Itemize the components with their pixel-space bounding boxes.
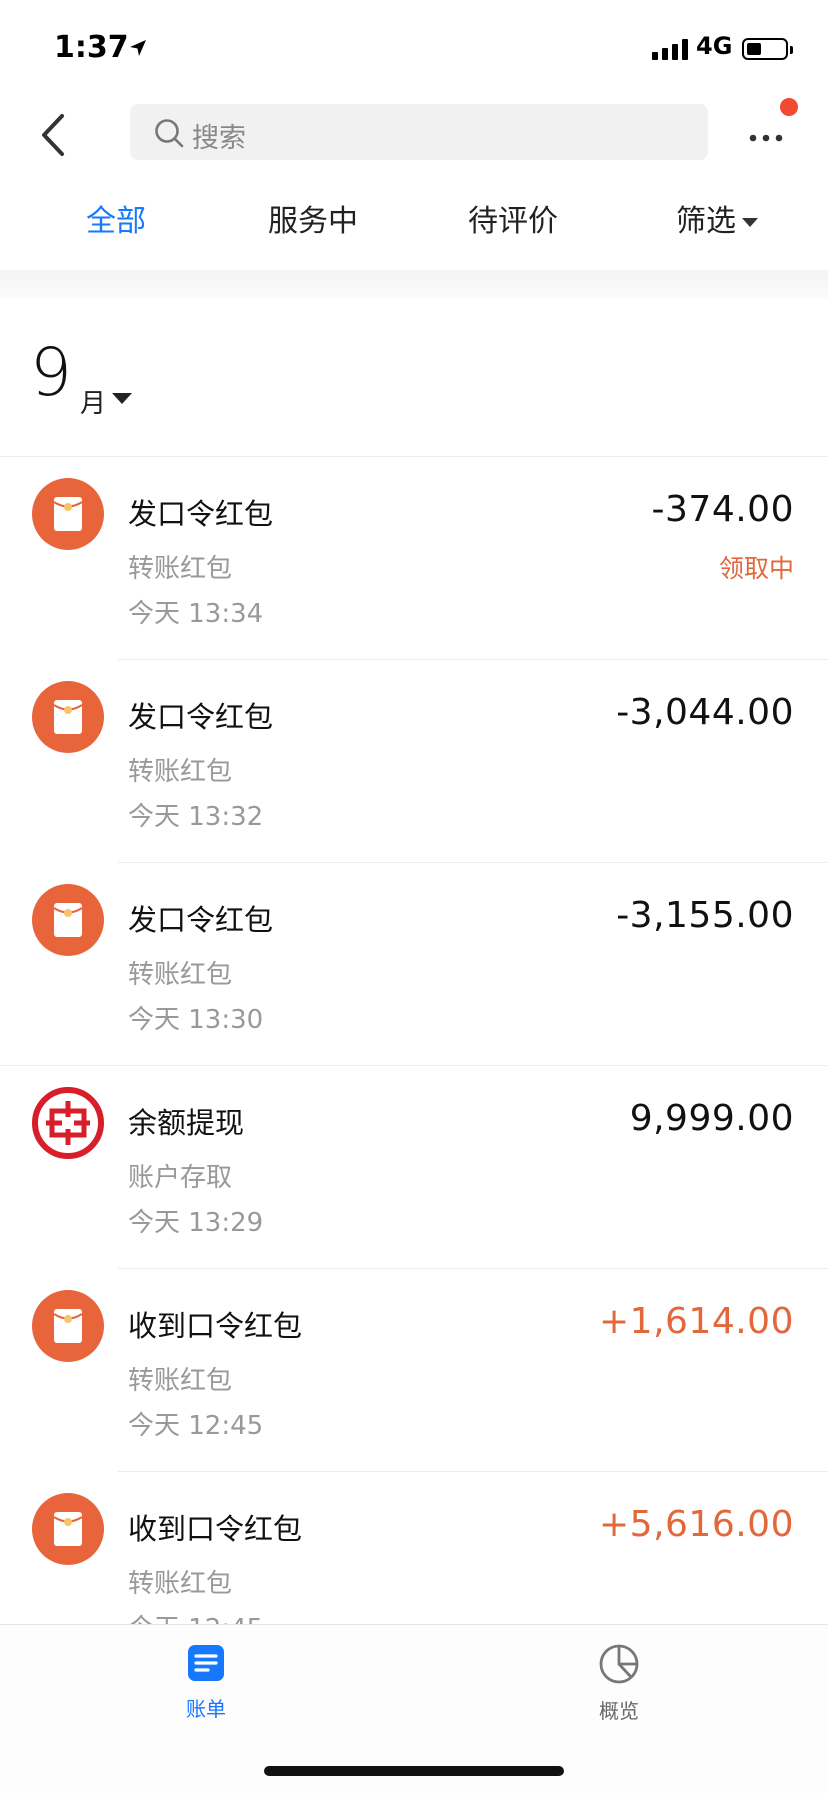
transaction-subtitle: 转账红包 [128, 757, 233, 787]
search-placeholder: 搜索 [192, 123, 246, 154]
search-icon [154, 118, 184, 152]
back-chevron-icon[interactable] [34, 110, 74, 160]
transaction-amount: +1,614.00 [599, 1301, 794, 1342]
transaction-amount: +5,616.00 [599, 1504, 794, 1545]
bank-logo-icon [32, 1087, 104, 1159]
transaction-subtitle: 转账红包 [128, 1569, 233, 1599]
bill-list-icon [188, 1645, 224, 1681]
transaction-subtitle: 账户存取 [128, 1163, 233, 1193]
red-envelope-icon [32, 681, 104, 753]
transaction-amount: -3,044.00 [616, 692, 794, 733]
tab-in-service[interactable]: 服务中 [268, 196, 358, 240]
tab-filter[interactable]: 筛选 [676, 196, 758, 240]
transaction-time: 今天 13:34 [128, 599, 264, 629]
transaction-time: 今天 13:29 [128, 1208, 264, 1238]
transaction-amount: 9,999.00 [629, 1098, 794, 1139]
tab-all[interactable]: 全部 [86, 196, 146, 240]
transaction-row[interactable]: 发口令红包 转账红包 今天 13:32 -3,044.00 [0, 660, 828, 863]
section-divider [0, 270, 828, 298]
red-envelope-icon [32, 1493, 104, 1565]
transaction-title: 收到口令红包 [128, 1512, 303, 1546]
network-type: 4G [696, 32, 733, 60]
transaction-title: 余额提现 [128, 1106, 245, 1140]
cellular-signal-icon [652, 38, 688, 60]
pie-chart-icon [599, 1644, 639, 1684]
caret-down-icon [742, 218, 758, 227]
tab-bill-label: 账单 [186, 1697, 226, 1721]
more-options-icon[interactable] [748, 128, 788, 147]
transaction-time: 今天 12:45 [128, 1608, 263, 1624]
search-input[interactable]: 搜索 [130, 104, 708, 160]
location-arrow-icon [128, 38, 148, 62]
transaction-subtitle: 转账红包 [128, 1366, 233, 1396]
transaction-amount: -3,155.00 [616, 895, 794, 936]
transaction-time: 今天 13:32 [128, 802, 264, 832]
transaction-title: 发口令红包 [128, 903, 274, 937]
transaction-title: 发口令红包 [128, 497, 274, 531]
tab-overview-label: 概览 [599, 1699, 639, 1723]
transaction-status: 领取中 [718, 554, 794, 583]
transaction-list: 发口令红包 转账红包 今天 13:34 -374.00 领取中 发口令红包 转账… [0, 457, 828, 1624]
transaction-subtitle: 转账红包 [128, 554, 233, 584]
red-envelope-icon [32, 1290, 104, 1362]
transaction-row[interactable]: 余额提现 账户存取 今天 13:29 9,999.00 [0, 1066, 828, 1269]
transaction-amount: -374.00 [651, 489, 794, 530]
battery-icon [742, 38, 793, 60]
transaction-row[interactable]: 发口令红包 转账红包 今天 13:30 -3,155.00 [0, 863, 828, 1066]
transaction-row[interactable]: 收到口令红包 转账红包 今天 12:45 +1,614.00 [0, 1269, 828, 1472]
transaction-time: 今天 12:45 [128, 1411, 264, 1441]
transaction-time: 今天 13:30 [128, 1005, 264, 1035]
red-envelope-icon [32, 884, 104, 956]
transaction-subtitle: 转账红包 [128, 960, 233, 990]
status-bar: 1:37 4G [0, 0, 828, 92]
transaction-title: 收到口令红包 [128, 1309, 303, 1343]
transaction-title: 发口令红包 [128, 700, 274, 734]
notification-dot [780, 98, 798, 116]
caret-down-icon [112, 393, 132, 404]
month-label: 月 [80, 389, 107, 419]
red-envelope-icon [32, 478, 104, 550]
status-time: 1:37 [54, 30, 129, 65]
month-number: 9 [30, 334, 72, 411]
tab-filter-label: 筛选 [676, 204, 736, 239]
home-indicator [264, 1766, 564, 1776]
tab-overview[interactable]: 概览 [579, 1643, 659, 1724]
transaction-row[interactable]: 收到口令红包 转账红包 今天 12:45 +5,616.00 [0, 1472, 828, 1624]
filter-tabs: 全部 服务中 待评价 筛选 [0, 196, 828, 254]
tab-to-review[interactable]: 待评价 [468, 196, 558, 240]
transaction-row[interactable]: 发口令红包 转账红包 今天 13:34 -374.00 领取中 [0, 457, 828, 660]
tab-bill[interactable]: 账单 [166, 1643, 246, 1722]
